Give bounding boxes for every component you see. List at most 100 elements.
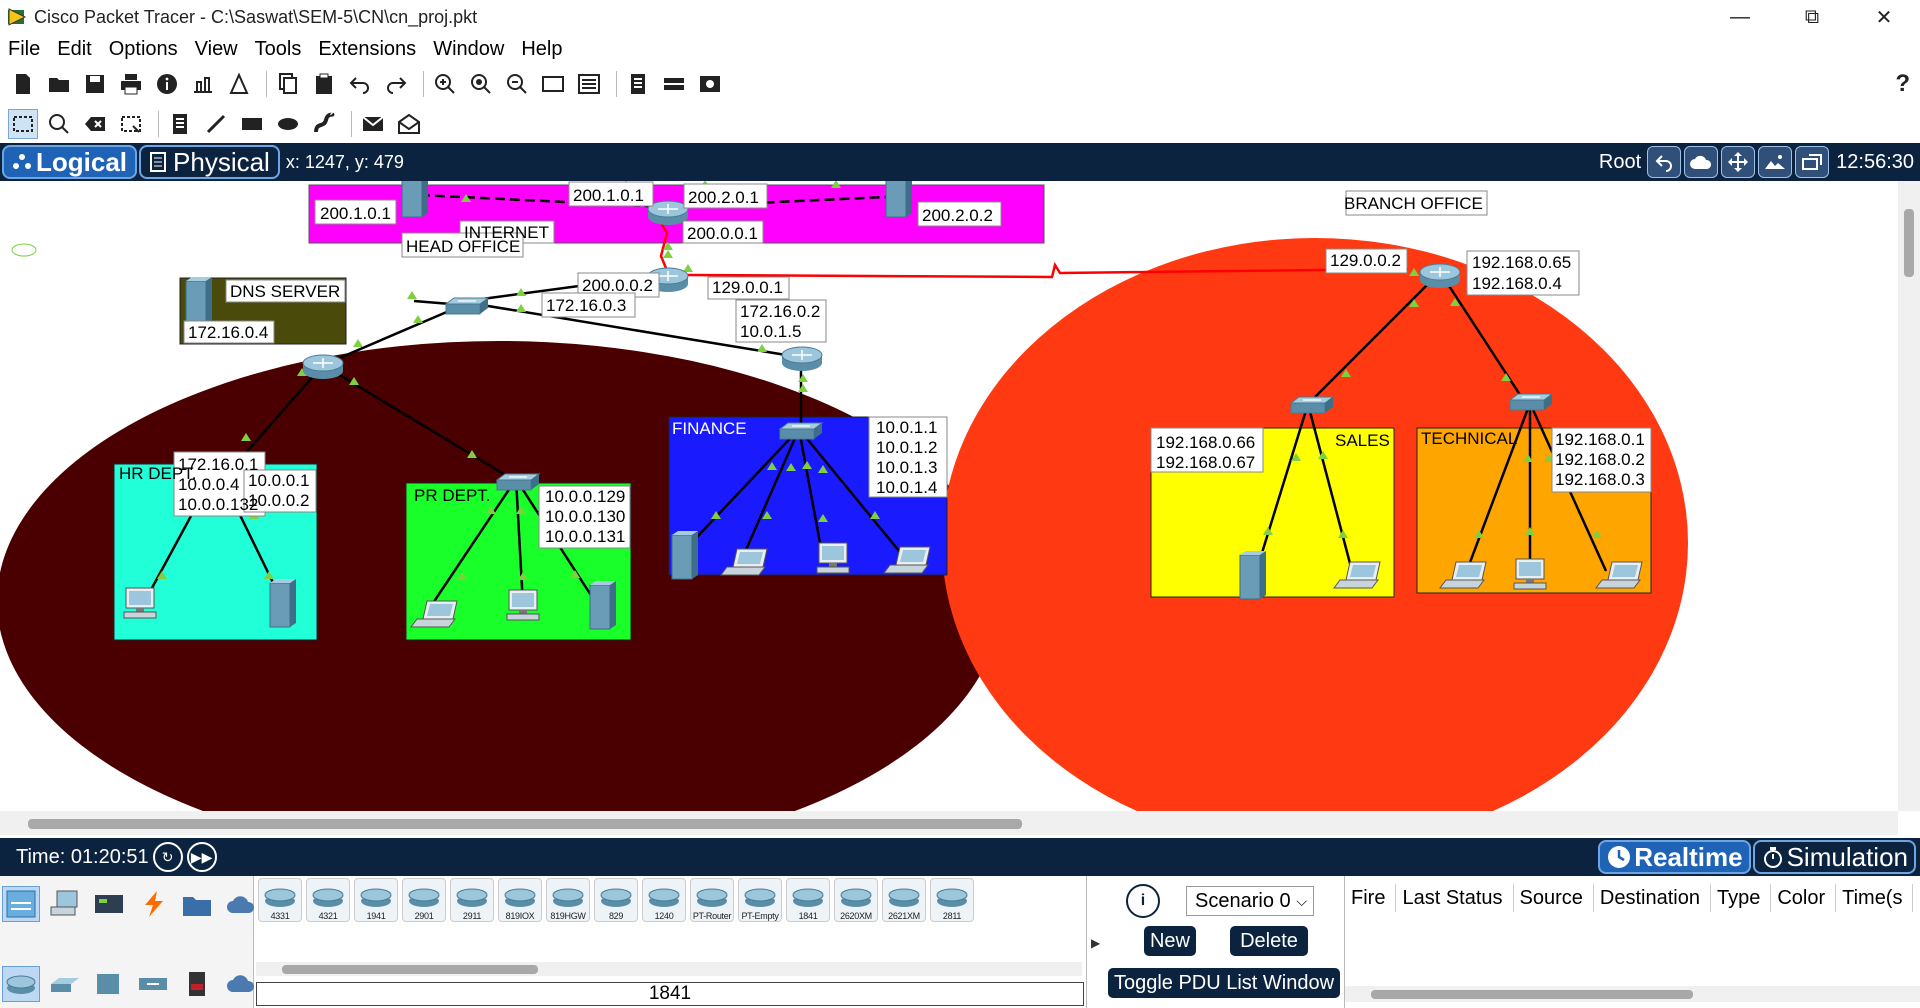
- device-model-button[interactable]: 829: [594, 878, 638, 922]
- multiuser-category-icon[interactable]: [222, 886, 260, 922]
- screenshot-icon[interactable]: [695, 69, 725, 99]
- finance-switch[interactable]: [779, 422, 823, 440]
- finance-router[interactable]: [781, 346, 823, 372]
- note-icon[interactable]: [165, 109, 195, 139]
- save-icon[interactable]: [80, 69, 110, 99]
- pdu-col-source[interactable]: Source: [1514, 884, 1594, 912]
- back-arrow-icon[interactable]: [1647, 146, 1682, 178]
- technical-switch[interactable]: [1509, 393, 1553, 411]
- topology-diagram[interactable]: 200.1.0.1 200.1.0.1 200.2.0.1 200.0.0.1 …: [0, 181, 1898, 811]
- finance-server[interactable]: [671, 530, 699, 580]
- device-model-button[interactable]: 4321: [306, 878, 350, 922]
- cluster-icon[interactable]: [659, 69, 689, 99]
- device-model-button[interactable]: 2621XM: [882, 878, 926, 922]
- departments-router[interactable]: [302, 354, 344, 380]
- move-object-icon[interactable]: [1721, 146, 1756, 178]
- pdu-col-type[interactable]: Type: [1711, 884, 1772, 912]
- activity-wizard-icon[interactable]: [224, 69, 254, 99]
- network-wizard-icon[interactable]: [188, 69, 218, 99]
- copy-icon[interactable]: [273, 69, 303, 99]
- device-scroll-thumb[interactable]: [282, 965, 538, 974]
- resize-shape-icon[interactable]: [116, 109, 146, 139]
- device-model-button[interactable]: 1841: [786, 878, 830, 922]
- menu-help[interactable]: Help: [521, 36, 562, 63]
- device-model-button[interactable]: 2901: [402, 878, 446, 922]
- connections-category-icon[interactable]: [134, 886, 172, 922]
- ellipse-icon[interactable]: [273, 109, 303, 139]
- pdu-col-last-status[interactable]: Last Status: [1396, 884, 1514, 912]
- drawing-palette-icon[interactable]: [538, 69, 568, 99]
- new-cluster-cloud-icon[interactable]: [1684, 146, 1719, 178]
- add-complex-pdu-icon[interactable]: [394, 109, 424, 139]
- scenario-info-icon[interactable]: i: [1126, 884, 1160, 918]
- select-icon[interactable]: [8, 109, 38, 139]
- pdu-col-time[interactable]: Time(s: [1836, 884, 1914, 912]
- close-button[interactable]: ✕: [1848, 0, 1920, 34]
- finance-pc[interactable]: [816, 542, 850, 574]
- hr-server[interactable]: [269, 578, 297, 628]
- delete-scenario-button[interactable]: Delete: [1230, 926, 1308, 956]
- add-simple-pdu-icon[interactable]: [358, 109, 388, 139]
- hubs-category-icon[interactable]: [90, 966, 128, 1002]
- hscroll-thumb[interactable]: [28, 819, 1022, 829]
- components-category-icon[interactable]: [90, 886, 128, 922]
- isp-router[interactable]: [647, 200, 689, 226]
- redo-icon[interactable]: [381, 69, 411, 99]
- canvas-horizontal-scrollbar[interactable]: [0, 811, 1898, 835]
- line-icon[interactable]: [201, 109, 231, 139]
- pr-server[interactable]: [589, 580, 617, 630]
- undo-icon[interactable]: [345, 69, 375, 99]
- simulation-mode-button[interactable]: Simulation: [1752, 840, 1916, 874]
- menu-file[interactable]: File: [8, 36, 40, 63]
- core-switch[interactable]: [445, 297, 489, 315]
- zoom-in-icon[interactable]: [430, 69, 460, 99]
- switches-category-icon[interactable]: [46, 966, 84, 1002]
- vscroll-thumb[interactable]: [1904, 209, 1914, 277]
- device-model-button[interactable]: 1941: [354, 878, 398, 922]
- device-model-button[interactable]: PT-Empty: [738, 878, 782, 922]
- expand-arrow-icon[interactable]: ▶: [1091, 936, 1100, 950]
- pdu-col-fire[interactable]: Fire: [1345, 884, 1397, 912]
- menu-extensions[interactable]: Extensions: [318, 36, 416, 63]
- help-button[interactable]: ?: [1895, 70, 1910, 98]
- device-list-icon[interactable]: [623, 69, 653, 99]
- power-cycle-icon[interactable]: ↻: [152, 842, 183, 872]
- internet-server-right[interactable]: [885, 181, 913, 218]
- hr-pc[interactable]: [123, 587, 157, 619]
- menu-options[interactable]: Options: [109, 36, 178, 63]
- set-background-icon[interactable]: [1758, 146, 1793, 178]
- device-model-button[interactable]: 819HGW: [546, 878, 590, 922]
- logical-tab[interactable]: Logical: [2, 145, 138, 179]
- viewport-icon[interactable]: [1795, 146, 1830, 178]
- security-category-icon[interactable]: [178, 966, 216, 1002]
- logical-workspace-canvas[interactable]: 200.1.0.1 200.1.0.1 200.2.0.1 200.0.0.1 …: [0, 181, 1920, 838]
- pdu-scroll-thumb[interactable]: [1371, 990, 1693, 999]
- branch-router[interactable]: [1419, 263, 1461, 289]
- maximize-button[interactable]: ⧉: [1776, 0, 1848, 34]
- info-icon[interactable]: [152, 69, 182, 99]
- wan-emulation-category-icon[interactable]: [222, 966, 260, 1002]
- rectangle-icon[interactable]: [237, 109, 267, 139]
- wireless-category-icon[interactable]: [134, 966, 172, 1002]
- delete-icon[interactable]: [80, 109, 110, 139]
- device-model-button[interactable]: 4331: [258, 878, 302, 922]
- toggle-pdu-list-button[interactable]: Toggle PDU List Window: [1108, 968, 1340, 998]
- device-model-button[interactable]: 2620XM: [834, 878, 878, 922]
- minimize-button[interactable]: —: [1704, 0, 1776, 34]
- menu-edit[interactable]: Edit: [57, 36, 91, 63]
- pdu-col-color[interactable]: Color: [1771, 884, 1837, 912]
- realtime-mode-button[interactable]: Realtime: [1598, 840, 1751, 874]
- freeform-icon[interactable]: [309, 109, 339, 139]
- pdu-table-scrollbar[interactable]: [1345, 986, 1920, 1002]
- device-list-scrollbar[interactable]: [256, 962, 1082, 976]
- scenario-dropdown[interactable]: Scenario 0 ⌵: [1186, 886, 1314, 916]
- fast-forward-icon[interactable]: ▶▶: [186, 842, 217, 872]
- dns-server[interactable]: [185, 276, 213, 326]
- inspect-icon[interactable]: [44, 109, 74, 139]
- sales-switch[interactable]: [1290, 396, 1334, 414]
- new-scenario-button[interactable]: New: [1144, 926, 1196, 956]
- new-file-icon[interactable]: [8, 69, 38, 99]
- device-model-button[interactable]: 819IOX: [498, 878, 542, 922]
- sales-server[interactable]: [1239, 550, 1267, 600]
- menu-tools[interactable]: Tools: [255, 36, 302, 63]
